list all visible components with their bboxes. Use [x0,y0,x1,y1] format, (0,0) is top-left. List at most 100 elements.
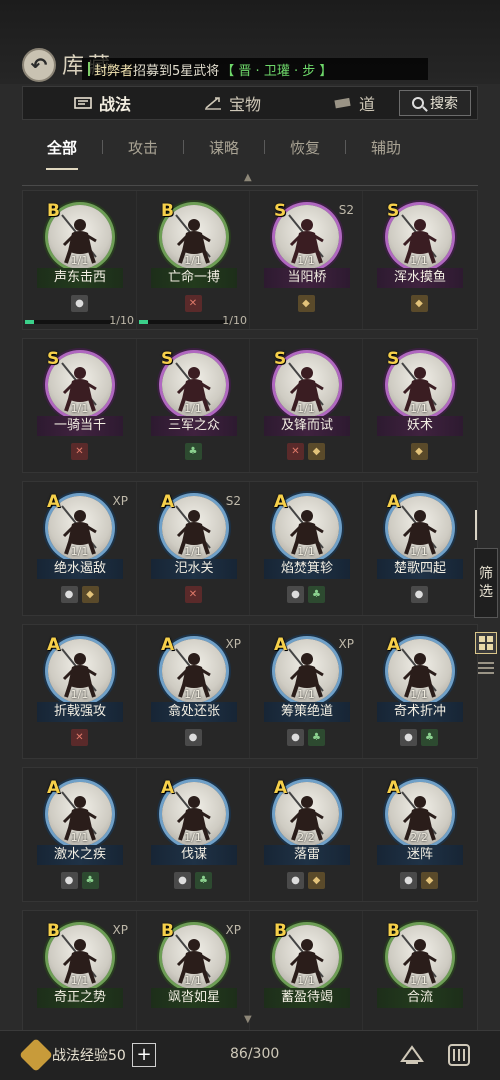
tactic-card[interactable]: A 1/1 折戟强攻 ✕ [23,625,136,758]
tactic-card[interactable]: S 1/1 妖术 ◆ [362,339,475,472]
tactic-card[interactable]: B 1/1 亡命一搏 ✕ 1/10 [136,191,249,329]
add-exp-button[interactable]: + [132,1043,156,1067]
buff-icon: ◆ [308,443,325,460]
tactic-card[interactable]: A XP 1/1 翕处还张 ● [136,625,249,758]
heal-icon: ♣ [81,872,99,889]
buff-icon: ◆ [421,872,438,889]
scrollbar[interactable] [475,510,477,540]
tab-tactics[interactable]: 战法 [73,87,131,119]
tactic-card[interactable]: A 1/1 激水之疾 ● ♣ [23,768,136,901]
tactic-name: 三军之众 [151,416,237,436]
tactics-row: A 1/1 折戟强攻 ✕ A XP 1/1 翕处还张 ● A XP 1/1 筹策绝道 ● ♣ A 1/1 奇术折冲… [22,624,478,759]
strategy-icon: ● [287,872,304,889]
tactic-card[interactable]: B 1/1 合流 [362,911,475,1044]
tactic-count: 1/1 [410,974,428,987]
filter-label-2: 选 [479,584,493,600]
tactic-type-icons: ✕ [137,586,249,603]
tactic-count: 1/1 [410,688,428,701]
grid-view-icon[interactable] [475,632,497,654]
filter-button[interactable]: 筛 选 [474,548,498,618]
tactic-card[interactable]: A 1/1 奇术折冲 ● ♣ [362,625,475,758]
tactic-name: 一骑当千 [37,416,123,436]
tactic-card[interactable]: S S2 1/1 当阳桥 ◆ [249,191,362,329]
tab-tactics-label: 战法 [99,95,132,114]
season-tag: XP [225,923,241,937]
tactics-row: B 1/1 声东击西 ● 1/10 B 1/1 亡命一搏 ✕ 1/10 S S2 1/1 当阳桥 ◆ S 1/1… [22,190,478,330]
subtab-attack[interactable]: 攻击 [103,137,183,158]
tactic-count: 1/1 [297,402,315,415]
progress-fill [25,320,34,324]
grade-badge: S [161,349,174,369]
tactic-card[interactable]: A 1/1 焰焚箕轸 ● ♣ [249,482,362,615]
batch-convert-icon[interactable] [398,1041,426,1069]
grade-badge: B [387,921,400,941]
progress-text: 1/10 [222,314,247,327]
tactic-count: 1/1 [70,545,89,558]
tab-treasure[interactable]: 宝物 [203,87,261,119]
season-tag: XP [338,637,354,651]
back-arrow-icon[interactable]: ↶ [22,48,56,82]
tactics-row: A XP 1/1 绝水遏敌 ● ◆ A S2 1/1 汜水关 ✕ A 1/1 焰焚箕轸 ● ♣ A 1/1 楚歌四起… [22,481,478,616]
list-view-icon[interactable] [478,660,494,676]
broadcast-ticker: 封弊者 招募到5星武将 【 晋 · 卫瓘 · 步 】 [82,58,428,80]
tactic-card[interactable]: S 1/1 一骑当千 ✕ [23,339,136,472]
tactic-card[interactable]: A S2 1/1 汜水关 ✕ [136,482,249,615]
attack-icon: ✕ [287,443,304,460]
tactic-name: 汜水关 [151,559,237,579]
subtab-all[interactable]: 全部 [22,137,102,170]
grade-badge: A [47,635,61,655]
tactic-name: 落雷 [264,845,350,865]
filter-label-1: 筛 [479,566,493,582]
tactic-count: 1/1 [297,254,315,267]
tactic-card[interactable]: A 2/2 落雷 ● ◆ [249,768,362,901]
tactic-type-icons: ● [23,295,136,312]
tactic-card[interactable]: A XP 1/1 绝水遏敌 ● ◆ [23,482,136,615]
tactic-name: 声东击西 [37,268,123,288]
tactic-name: 楚歌四起 [377,559,463,579]
tactic-count: 1/1 [410,545,428,558]
scroll-icon [74,97,92,109]
bookshelf-icon[interactable] [446,1041,472,1069]
tactic-card[interactable]: S 1/1 浑水摸鱼 ◆ [362,191,475,329]
tactic-card[interactable]: B 1/1 蓄盈待竭 [249,911,362,1044]
subtab-strategy[interactable]: 谋略 [184,137,264,158]
tactic-card[interactable]: A 1/1 楚歌四起 ● [362,482,475,615]
grade-badge: A [161,778,175,798]
grade-badge: S [274,201,287,221]
tactic-card[interactable]: S 1/1 及锋而试 ✕ ◆ [249,339,362,472]
buff-icon: ◆ [410,443,428,460]
grade-badge: B [47,201,60,221]
subtab-support[interactable]: 辅助 [346,137,426,158]
tactic-name: 蓄盈待竭 [264,988,350,1008]
ticker-highlight: 【 晋 · 卫瓘 · 步 】 [221,63,333,79]
search-button[interactable]: 搜索 [399,90,471,116]
tactic-card[interactable]: A 2/2 迷阵 ● ◆ [362,768,475,901]
buff-icon: ◆ [410,295,428,312]
season-tag: XP [112,494,128,508]
tactic-name: 翕处还张 [151,702,237,722]
tactic-exp-label: 战法经验50 [52,1048,126,1064]
tactic-count: 1/1 [184,974,202,987]
tactic-card[interactable]: A 1/1 伐谋 ● ♣ [136,768,249,901]
tactic-card[interactable]: B XP 1/1 飒沓如星 [136,911,249,1044]
tactic-type-icons: ✕ [137,295,249,312]
tactic-count: 1/1 [297,974,315,987]
tactic-name: 伐谋 [151,845,237,865]
ticker-player-name: 封弊者 [94,63,134,79]
tactic-card[interactable]: S 1/1 三军之众 ♣ [136,339,249,472]
tactic-card[interactable]: B XP 1/1 奇正之势 [23,911,136,1044]
tactic-count: 1/1 [70,688,89,701]
tab-props[interactable]: 道 [333,87,375,119]
subtab-recovery[interactable]: 恢复 [265,137,345,158]
scroll-up-icon: ▲ [244,172,252,183]
grade-badge: S [387,349,400,369]
tactic-count: 1/1 [184,254,202,267]
tactic-name: 奇正之势 [37,988,123,1008]
season-tag: XP [225,637,241,651]
attack-icon: ✕ [71,729,88,746]
tactic-name: 迷阵 [377,845,463,865]
tactic-card[interactable]: B 1/1 声东击西 ● 1/10 [23,191,136,329]
season-tag: XP [112,923,128,937]
divider [22,185,478,186]
tactic-card[interactable]: A XP 1/1 筹策绝道 ● ♣ [249,625,362,758]
